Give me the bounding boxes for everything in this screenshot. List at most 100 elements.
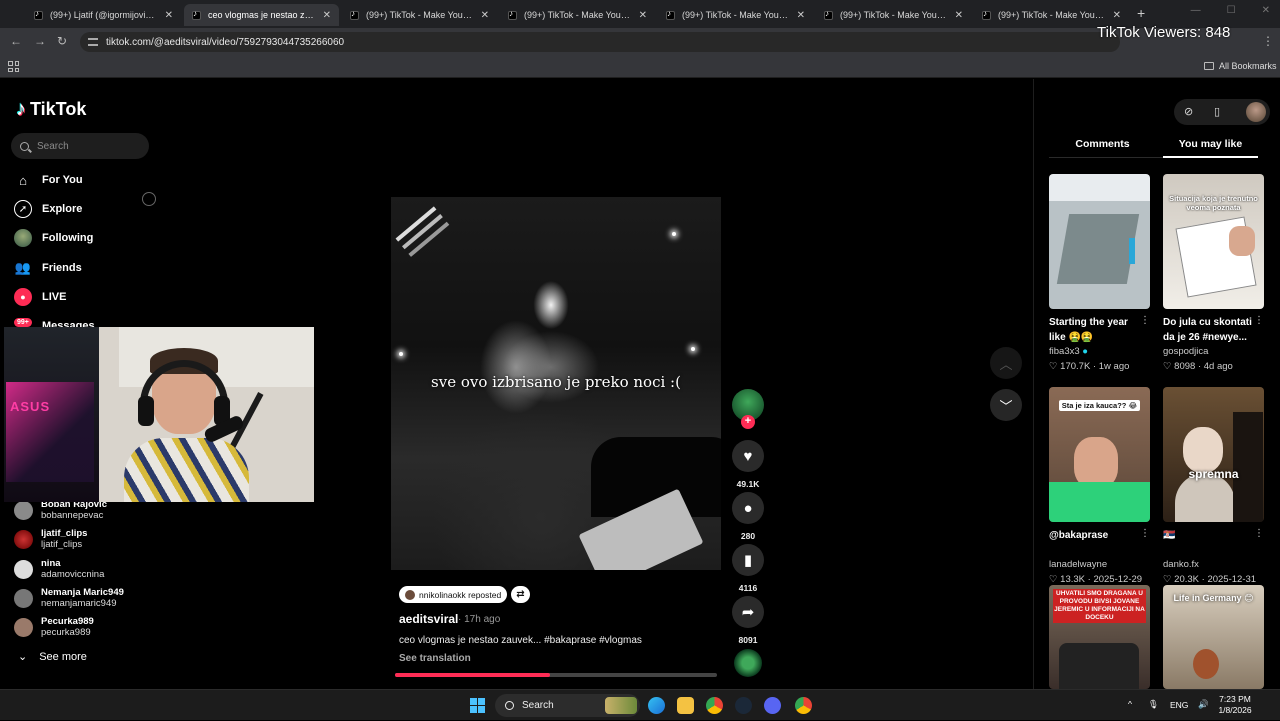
video-player[interactable]: sve ovo izbrisano je preko noci :( [391,197,721,570]
chrome-icon[interactable] [706,697,723,714]
messages-badge: 99+ [14,318,32,327]
nav-following[interactable]: Following [14,229,93,247]
nav-for-you[interactable]: ⌂ For You [14,171,82,189]
more-options-icon[interactable]: ⋮ [1140,528,1150,539]
video-progress-bar[interactable] [395,673,717,677]
followed-account[interactable]: Pecurka989 pecurka989 [14,616,94,638]
home-icon: ⌂ [19,172,27,188]
compass-icon: ➚ [14,200,32,218]
browser-tab-active[interactable]: ceo vlogmas je nestao zauvek...✕ [184,4,339,26]
minimize-icon[interactable]: — [1191,5,1201,16]
nav-explore[interactable]: ➚ Explore [14,200,82,218]
close-tab-icon[interactable]: ✕ [1113,10,1121,21]
site-info-icon[interactable] [88,38,98,46]
video-card[interactable]: Situacija koja je trenutno veoma poznata… [1163,174,1264,372]
close-tab-icon[interactable]: ✕ [797,10,805,21]
chrome-icon[interactable] [795,697,812,714]
posted-time: · 17h ago [458,614,501,625]
microphone-icon[interactable]: 🎙 [1148,699,1159,710]
speaker-icon[interactable]: 🔊 [1198,699,1209,710]
next-video-button[interactable]: ﹀ [990,389,1022,421]
close-window-icon[interactable]: ✕ [1262,5,1270,16]
share-button[interactable]: ➦ 8091 [732,596,764,645]
nav-live[interactable]: ● LIVE [14,288,66,306]
maximize-icon[interactable]: ☐ [1227,5,1236,16]
close-tab-icon[interactable]: ✕ [639,10,647,21]
video-author[interactable]: aeditsviral [399,612,458,626]
new-tab-button[interactable]: + [1137,5,1145,21]
like-button[interactable]: ♥ 49.1K [732,440,764,489]
browser-tab[interactable]: (99+) TikTok - Make Your Day✕ [816,4,971,26]
more-options-icon[interactable]: ⋮ [1140,315,1150,326]
repost-icon[interactable]: ⇄ [511,586,530,603]
browser-tab[interactable]: (99+) Ljatif (@igormijovic00) | T✕ [26,4,181,26]
close-tab-icon[interactable]: ✕ [481,10,489,21]
followed-account[interactable]: nina adamoviccnina [14,558,104,580]
close-tab-icon[interactable]: ✕ [955,10,963,21]
followed-account[interactable]: Nemanja Maric949 nemanjamaric949 [14,587,124,609]
repost-indicator[interactable]: nnikolinaokk reposted [399,586,508,603]
steam-icon[interactable] [735,697,752,714]
active-tab-indicator [1163,156,1258,158]
language-indicator[interactable]: ENG [1170,700,1188,710]
browser-tab[interactable]: (99+) TikTok - Make Your Day✕ [342,4,497,26]
all-bookmarks-button[interactable]: All Bookmarks [1204,61,1277,71]
video-card[interactable]: Life in Germany 😊 [1163,585,1264,689]
windows-start-icon[interactable] [470,698,485,713]
previous-video-button[interactable]: ︿ [990,347,1022,379]
url-bar[interactable]: tiktok.com/@aeditsviral/video/7592793044… [80,32,1120,52]
forward-icon[interactable]: → [34,34,46,48]
browser-tab[interactable]: (99+) TikTok - Make Your Day✕ [658,4,813,26]
tiktok-logo[interactable]: ♪ TikTok [16,98,86,121]
reload-icon[interactable]: ↻ [57,34,67,48]
search-input[interactable]: Search [11,133,149,159]
video-card[interactable]: UHVATILI SMO DRAGANA U PROVODU BIVSI JOV… [1049,585,1150,689]
show-hidden-icons-icon[interactable]: ^ [1128,699,1132,709]
browser-tab[interactable]: (99+) TikTok - Make Your Day✕ [500,4,655,26]
share-count: 8091 [738,635,758,645]
close-tab-icon[interactable]: ✕ [323,10,331,21]
see-translation-link[interactable]: See translation [399,653,471,664]
tiktok-favicon-icon [34,9,43,20]
windows-taskbar: Search ^ 🎙 ENG 🔊 7:23 PM 1/8/2026 [0,689,1280,720]
more-options-icon[interactable]: ⋮ [1254,528,1264,539]
browser-menu-icon[interactable]: ⋮ [1262,34,1274,48]
file-explorer-icon[interactable] [677,697,694,714]
save-button[interactable]: ▮ 4116 [732,544,764,593]
browser-tab[interactable]: (99+) TikTok - Make Your Day✕ [974,4,1129,26]
like-count: 49.1K [736,479,760,489]
widget-icon[interactable] [605,697,637,714]
pc-case [4,327,99,502]
phone-icon[interactable]: ▯ [1214,105,1220,118]
comment-button[interactable]: ● 280 [732,492,764,541]
video-card[interactable]: ⋮ Starting the year like 🤮🤮 fiba3x3 ● ♡ … [1049,174,1150,372]
music-disc-icon[interactable] [734,649,762,677]
see-more-button[interactable]: ⌄ See more [18,650,87,664]
video-thumbnail: UHVATILI SMO DRAGANA U PROVODU BIVSI JOV… [1049,585,1150,689]
nav-friends[interactable]: 👥 Friends [14,259,82,277]
apps-grid-icon[interactable] [8,61,19,72]
discord-icon[interactable] [764,697,781,714]
avatar [14,588,33,608]
video-card[interactable]: spremna ⋮ 🇷🇸 danko.fx ♡ 20.3K · 2025-12-… [1163,387,1264,585]
followed-account[interactable]: Boban Rajović bobannepevac [14,499,107,521]
heart-icon: ♥ [732,440,764,472]
compass-icon[interactable]: ⊘ [1184,105,1193,118]
light-streak [395,206,437,242]
video-card[interactable]: Sta je iza kauca?? 😂 ⋮ @bakaprase lanade… [1049,387,1150,585]
more-options-icon[interactable]: ⋮ [1254,315,1264,326]
edge-icon[interactable] [648,697,665,714]
tab-comments[interactable]: Comments [1055,138,1150,150]
user-avatar[interactable] [1246,102,1266,122]
save-count: 4116 [738,583,758,593]
tiktok-favicon-icon [192,9,201,20]
tiktok-favicon-icon [350,9,359,20]
close-tab-icon[interactable]: ✕ [165,10,173,21]
clock[interactable]: 7:23 PM 1/8/2026 [1210,694,1260,716]
asus-logo: ASUS [10,399,51,414]
followed-account[interactable]: ljatif_clips ljatif_clips [14,528,87,550]
search-placeholder: Search [37,140,69,152]
follow-plus-button[interactable]: + [741,415,755,429]
back-icon[interactable]: ← [10,34,22,48]
tab-you-may-like[interactable]: You may like [1163,138,1258,150]
